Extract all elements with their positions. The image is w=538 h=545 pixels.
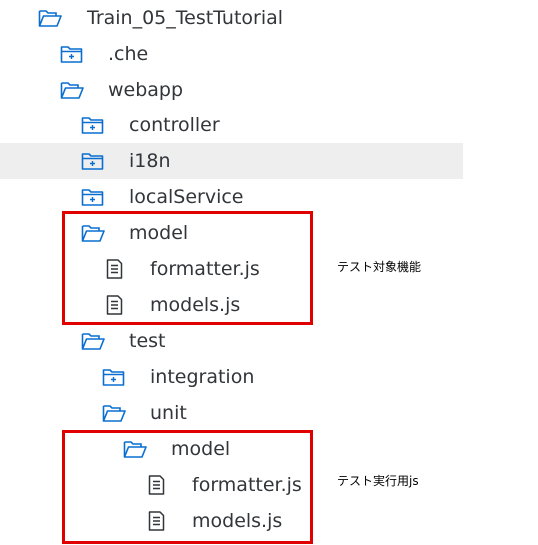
- tree-item-label: formatter.js: [150, 258, 260, 280]
- tree-item-unit[interactable]: unit: [0, 395, 463, 431]
- tree-item-label: formatter.js: [192, 474, 302, 496]
- folder-open-icon: [81, 331, 105, 351]
- tree-item-localservice[interactable]: localService: [0, 179, 463, 215]
- tree-item-label: test: [129, 330, 166, 352]
- folder-open-icon: [60, 80, 84, 100]
- folder-open-icon: [38, 8, 62, 28]
- folder-open-icon: [81, 223, 105, 243]
- folder-closed-icon: [60, 44, 84, 64]
- folder-open-icon: [123, 439, 147, 459]
- tree-item-i18n[interactable]: i18n: [0, 143, 463, 179]
- file-icon: [146, 475, 170, 495]
- tree-item-label: controller: [129, 114, 220, 136]
- tree-item-label: localService: [129, 186, 244, 208]
- file-icon: [104, 295, 128, 315]
- file-icon: [104, 259, 128, 279]
- tree-item-label: model: [171, 438, 231, 460]
- tree-item-che[interactable]: .che: [0, 36, 463, 72]
- folder-open-icon: [102, 403, 126, 423]
- tree-item-label: unit: [150, 402, 187, 424]
- tree-item-label: model: [129, 222, 189, 244]
- tree-item-model[interactable]: model: [0, 215, 463, 251]
- folder-closed-icon: [81, 151, 105, 171]
- file-icon: [146, 511, 170, 531]
- tree-item-models-js[interactable]: models.js: [0, 287, 463, 323]
- tree-item-label: integration: [150, 366, 255, 388]
- tree-item-label: .che: [108, 43, 149, 65]
- folder-closed-icon: [81, 115, 105, 135]
- tree-item-label: models.js: [192, 510, 283, 532]
- tree-item-integration[interactable]: integration: [0, 359, 463, 395]
- tree-item-label: models.js: [150, 294, 241, 316]
- tree-item-label: Train_05_TestTutorial: [87, 7, 284, 29]
- tree-item-train-05-testtutorial[interactable]: Train_05_TestTutorial: [0, 0, 463, 36]
- folder-closed-icon: [102, 367, 126, 387]
- tree-item-unit-model[interactable]: model: [0, 431, 463, 467]
- annotation-test-target: テスト対象機能: [337, 260, 422, 274]
- annotation-test-runner: テスト実行用js: [337, 474, 419, 488]
- tree-item-controller[interactable]: controller: [0, 107, 463, 143]
- tree-item-unit-models-js[interactable]: models.js: [0, 503, 463, 539]
- tree-item-test[interactable]: test: [0, 323, 463, 359]
- folder-closed-icon: [81, 187, 105, 207]
- tree-item-webapp[interactable]: webapp: [0, 72, 463, 108]
- tree-item-label: i18n: [129, 150, 171, 172]
- tree-item-label: webapp: [108, 79, 184, 101]
